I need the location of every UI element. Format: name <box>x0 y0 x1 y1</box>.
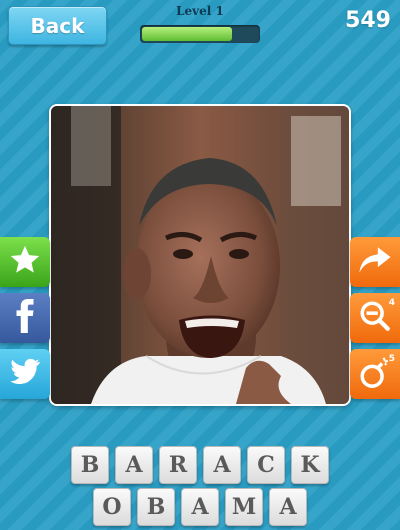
letter-tile[interactable]: R <box>159 446 197 484</box>
letter-tile[interactable]: A <box>203 446 241 484</box>
twitter-icon <box>9 358 41 390</box>
bomb-button[interactable]: 5 <box>350 349 400 399</box>
reveal-letter-icon <box>358 299 392 337</box>
star-button[interactable] <box>0 237 50 287</box>
letter-tile[interactable]: M <box>225 488 263 526</box>
facebook-icon <box>10 299 40 337</box>
level-progress-bar <box>140 25 260 43</box>
letter-tile[interactable]: K <box>291 446 329 484</box>
reveal-hint-count: 4 <box>388 298 395 308</box>
level-label: Level 1 <box>176 4 224 18</box>
bomb-hint-count: 5 <box>388 354 395 364</box>
letter-tile[interactable]: O <box>93 488 131 526</box>
star-icon <box>8 243 42 281</box>
letter-tile[interactable]: A <box>269 488 307 526</box>
reveal-letter-button[interactable]: 4 <box>350 293 400 343</box>
score-counter: 549 <box>345 8 391 33</box>
twitter-share-button[interactable] <box>0 349 50 399</box>
letter-tile[interactable]: B <box>137 488 175 526</box>
answer-row-1: B A R A C K <box>0 446 400 484</box>
letter-tile[interactable]: B <box>71 446 109 484</box>
letter-tile[interactable]: A <box>181 488 219 526</box>
level-progress-fill <box>142 27 233 41</box>
puzzle-photo <box>51 106 349 404</box>
facebook-share-button[interactable] <box>0 293 50 343</box>
letter-tile[interactable]: C <box>247 446 285 484</box>
skip-level-button[interactable] <box>350 237 400 287</box>
answer-row-2: O B A M A <box>0 488 400 526</box>
back-button[interactable]: Back <box>8 6 107 45</box>
redo-arrow-icon <box>358 245 392 279</box>
bomb-icon <box>358 355 392 393</box>
puzzle-photo-frame <box>49 104 351 406</box>
letter-tile[interactable]: A <box>115 446 153 484</box>
